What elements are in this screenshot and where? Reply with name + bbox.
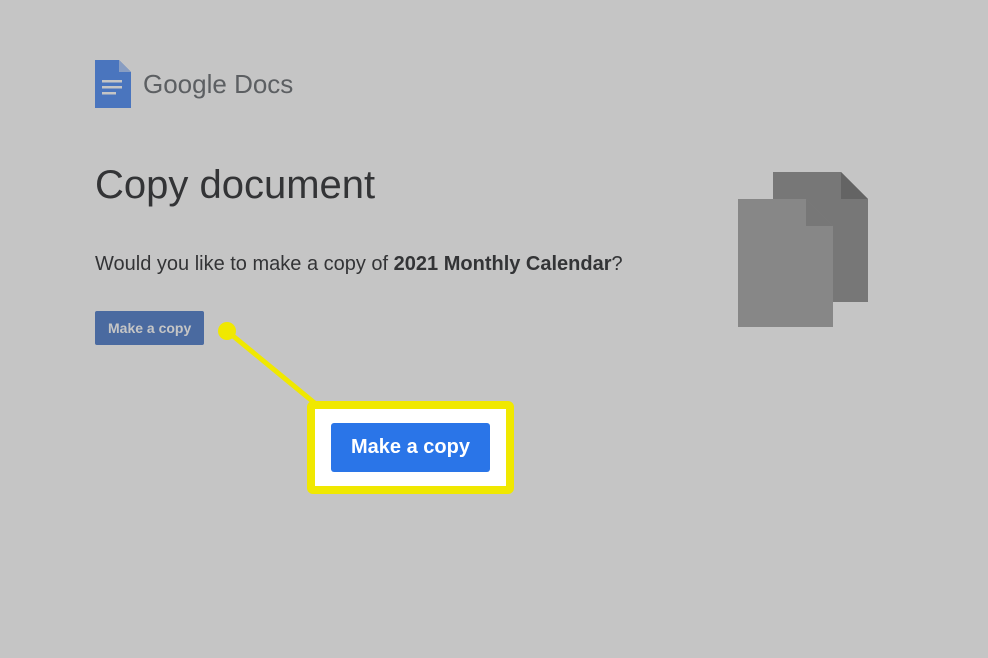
- product-name: Google Docs: [143, 69, 293, 100]
- callout-make-copy-button[interactable]: Make a copy: [331, 423, 490, 472]
- google-docs-icon: [95, 60, 131, 108]
- prompt-suffix: ?: [612, 253, 623, 275]
- callout-highlight-box: Make a copy: [307, 401, 514, 494]
- make-copy-button[interactable]: Make a copy: [95, 311, 204, 345]
- product-name-google: Google: [143, 69, 227, 99]
- document-copy-graphic-icon: [738, 172, 878, 327]
- prompt-prefix: Would you like to make a copy of: [95, 253, 394, 275]
- document-name: 2021 Monthly Calendar: [394, 253, 612, 275]
- product-name-docs: Docs: [227, 69, 293, 99]
- app-header: Google Docs: [95, 60, 893, 108]
